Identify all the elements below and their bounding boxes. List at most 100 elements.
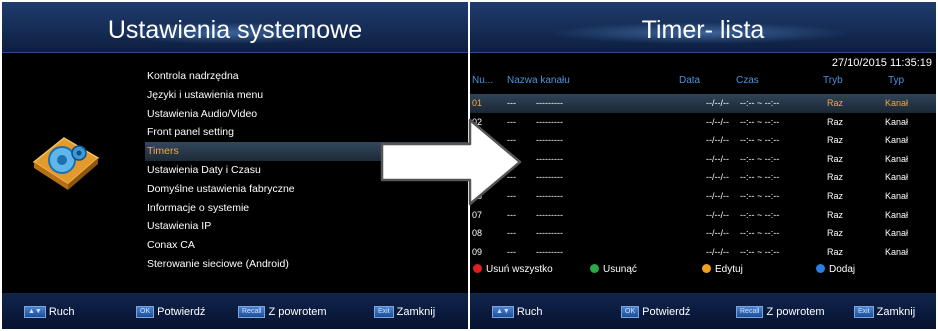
row-channel-number: --- [507,209,516,220]
right-header-bar: Timer- lista [470,2,936,53]
right-footer: ▲▼ Ruch OK Potwierdź Recall Z powrotem Exit… [470,293,936,329]
footer-close[interactable]: Exit Zamknij [854,306,915,319]
row-date: --/--/-- [706,153,729,164]
row-mode: Raz [827,153,844,164]
row-mode: Raz [827,98,844,108]
yellow-button-icon [702,264,711,273]
row-channel-number: --- [507,98,516,108]
legend-delete[interactable]: Usunąć [590,264,637,275]
footer-move[interactable]: ▲▼ Ruch [492,306,543,319]
exit-key-icon: Exit [854,306,874,319]
row-date: --/--/-- [706,172,729,183]
timer-row[interactable]: 03--------------/--/----:-- ~ --:--RazKa… [470,131,936,150]
timer-row[interactable]: 02 --- --------- --/--/-- --:-- ~ --:-- Raz Ka… [470,113,936,132]
row-type: Kanał [885,153,909,164]
row-number: 09 [472,246,483,257]
row-channel-name: --------- [536,153,563,164]
row-date: --/--/-- [706,228,729,239]
timer-row[interactable]: 06--------------/--/----:-- ~ --:--RazKa… [470,187,936,206]
footer-back[interactable]: Recall Z powrotem [238,306,327,319]
left-header-bar: Ustawienia systemowe [2,2,468,53]
col-header-type: Typ [888,75,905,86]
footer-move[interactable]: ▲▼ Ruch [24,306,75,319]
col-header-time: Czas [736,75,759,86]
menu-item-network-control[interactable]: Sterowanie sieciowe (Android) [145,255,467,274]
row-channel-name: --------- [536,209,563,220]
row-date: --/--/-- [706,246,729,257]
footer-confirm[interactable]: OK Potwierdź [136,306,205,319]
menu-item-language[interactable]: Języki i ustawienia menu [145,86,467,105]
row-channel-name: --------- [536,116,563,127]
row-channel-name: --------- [536,98,563,108]
row-time: --:-- ~ --:-- [740,191,780,201]
col-header-number: Nu... [472,75,494,86]
row-type: Kanał [885,135,909,146]
row-type: Kanał [885,246,909,257]
row-channel-name: --------- [536,228,563,239]
menu-item-conax-ca[interactable]: Conax CA [145,236,467,255]
row-channel-number: --- [507,246,516,257]
row-time: --:-- ~ --:-- [740,246,780,257]
row-type: Kanał [885,116,909,127]
timer-row[interactable]: --------------/--/----:-- ~ --:--RazKana… [470,168,936,187]
row-time: --:-- ~ --:-- [740,98,780,108]
footer-back[interactable]: Recall Z powrotem [736,306,825,319]
col-header-channel-name: Nazwa kanału [507,75,570,86]
timer-row[interactable]: 09 --- --------- --/--/-- --:-- ~ --:-- Raz Ka… [470,243,936,262]
row-number: 01 [472,98,483,108]
row-channel-name: --------- [536,246,563,257]
recall-key-icon: Recall [736,306,764,319]
timer-list-screen: Timer- lista 27/10/2015 11:35:19 Nu... N… [470,2,936,329]
row-date: --/--/-- [706,191,729,201]
menu-item-ip-settings[interactable]: Ustawienia IP [145,217,467,236]
legend-add[interactable]: Dodaj [816,264,855,275]
row-channel-name: --------- [536,135,563,146]
red-button-icon [473,264,482,273]
green-button-icon [590,264,599,273]
col-header-mode: Tryb [823,75,843,86]
row-type: Kanał [885,228,909,239]
ok-key-icon: OK [621,306,640,319]
row-mode: Raz [827,228,844,239]
row-channel-name: --------- [536,191,563,201]
ok-key-icon: OK [136,306,155,319]
legend-delete-all[interactable]: Usuń wszystko [473,264,553,275]
menu-item-parental-control[interactable]: Kontrola nadrzędna [145,67,467,86]
timer-row[interactable]: --------------/--/----:-- ~ --:--RazKana… [470,150,936,169]
row-type: Kanał [885,172,909,183]
col-header-date: Data [679,75,701,86]
left-screen-title: Ustawienia systemowe [107,16,363,44]
row-time: --:-- ~ --:-- [740,116,780,127]
move-key-icon: ▲▼ [24,306,46,319]
row-mode: Raz [827,191,844,201]
row-time: --:-- ~ --:-- [740,209,780,220]
row-date: --/--/-- [706,98,729,108]
timer-row[interactable]: 01 --- --------- --/--/-- --:-- ~ --:-- Raz Ka… [470,94,936,113]
transition-arrow-icon [380,118,522,206]
row-date: --/--/-- [706,209,729,220]
row-mode: Raz [827,116,844,127]
right-screen-title: Timer- lista [641,16,765,44]
row-type: Kanał [885,209,909,220]
settings-gear-icon [32,137,100,190]
row-type: Kanał [885,191,909,201]
row-time: --:-- ~ --:-- [740,153,780,164]
row-time: --:-- ~ --:-- [740,135,780,146]
row-channel-name: --------- [536,172,563,183]
timer-row[interactable]: 08 --- --------- --/--/-- --:-- ~ --:-- Raz Ka… [470,224,936,243]
legend-edit[interactable]: Edytuj [702,264,743,275]
move-key-icon: ▲▼ [492,306,514,319]
timer-row[interactable]: 07 --- --------- --/--/-- --:-- ~ --:-- Raz Ka… [470,206,936,225]
row-date: --/--/-- [706,116,729,127]
row-mode: Raz [827,172,844,183]
row-mode: Raz [827,209,844,220]
row-channel-number: --- [507,228,516,239]
footer-close[interactable]: Exit Zamknij [374,306,435,319]
recall-key-icon: Recall [238,306,266,319]
row-date: --/--/-- [706,135,729,146]
exit-key-icon: Exit [374,306,394,319]
footer-confirm[interactable]: OK Potwierdź [621,306,690,319]
current-datetime: 27/10/2015 11:35:19 [831,57,932,69]
left-footer: ▲▼ Ruch OK Potwierdź Recall Z powrotem Exit… [2,293,468,329]
row-mode: Raz [827,135,844,146]
